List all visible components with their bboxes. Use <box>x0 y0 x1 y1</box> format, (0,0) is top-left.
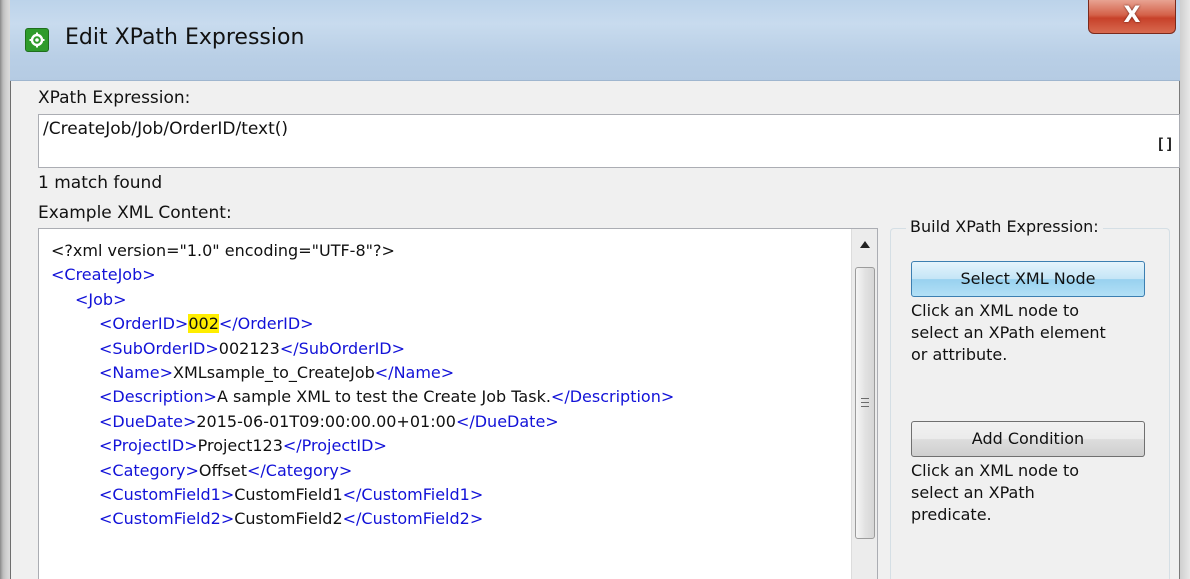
xml-close-tag: </CustomField2> <box>342 509 484 529</box>
xml-close-tag: </ProjectID> <box>282 436 387 456</box>
select-xml-node-button[interactable]: Select XML Node <box>911 261 1145 297</box>
xml-value[interactable]: A sample XML to test the Create Job Task… <box>217 387 551 406</box>
select-node-help-line: or attribute. <box>911 345 1008 364</box>
title-bar[interactable]: Edit XPath Expression X <box>10 0 1180 81</box>
bracket-icon[interactable]: [] <box>1156 135 1174 153</box>
add-condition-help-line: Click an XML node to <box>911 461 1080 480</box>
scroll-up-icon <box>860 241 870 248</box>
xml-line[interactable]: <CustomField1>CustomField1</CustomField1… <box>99 485 483 504</box>
scroll-thumb[interactable] <box>855 267 875 539</box>
xml-line[interactable]: <CreateJob> <box>51 265 156 284</box>
add-condition-help-line: select an XPath <box>911 483 1035 502</box>
close-icon: X <box>1123 3 1141 28</box>
xml-line[interactable]: <DueDate>2015-06-01T09:00:00.00+01:00</D… <box>99 412 559 431</box>
build-xpath-legend: Build XPath Expression: <box>906 217 1103 236</box>
xml-open-tag: <Name> <box>99 363 174 382</box>
xml-declaration: <?xml version="1.0" encoding="UTF-8"?> <box>51 241 395 260</box>
grip-line <box>861 406 869 407</box>
background-window-edge <box>0 0 10 579</box>
match-status: 1 match found <box>38 173 163 193</box>
xml-value[interactable]: Project123 <box>198 436 283 455</box>
close-button[interactable]: X <box>1088 0 1176 34</box>
xml-open-tag: <SubOrderID> <box>99 338 219 358</box>
xml-line[interactable]: <Category>Offset</Category> <box>99 461 352 480</box>
xml-line[interactable]: <OrderID>002</OrderID> <box>99 314 314 334</box>
select-node-help-line: Click an XML node to <box>911 301 1080 320</box>
xml-close-tag: </Name> <box>374 363 455 382</box>
xml-line[interactable]: <?xml version="1.0" encoding="UTF-8"?> <box>51 241 395 260</box>
window-title: Edit XPath Expression <box>65 25 305 50</box>
xml-line[interactable]: <Description>A sample XML to test the Cr… <box>99 387 674 406</box>
xml-value[interactable]: 2015-06-01T09:00:00.00+01:00 <box>196 412 456 431</box>
xml-open-tag: <OrderID> <box>99 314 189 334</box>
xml-line[interactable]: <CustomField2>CustomField2</CustomField2… <box>99 509 483 528</box>
xml-value[interactable]: 002123 <box>219 339 280 358</box>
xml-line[interactable]: <ProjectID>Project123</ProjectID> <box>99 436 387 455</box>
grip-line <box>861 402 869 403</box>
xml-open-tag: <Description> <box>99 387 217 407</box>
xml-scrollbar[interactable] <box>851 229 877 579</box>
xml-value[interactable]: CustomField2 <box>234 509 342 528</box>
select-node-help: Click an XML node to select an XPath ele… <box>911 300 1161 366</box>
xml-line[interactable]: <SubOrderID>002123</SubOrderID> <box>99 339 405 358</box>
add-condition-help-line: predicate. <box>911 505 992 524</box>
xml-line[interactable]: <Name>XMLsample_to_CreateJob</Name> <box>99 363 454 382</box>
grip-line <box>861 398 869 399</box>
add-condition-help: Click an XML node to select an XPath pre… <box>911 460 1161 526</box>
xml-close-tag: </OrderID> <box>218 314 314 334</box>
xml-value[interactable]: CustomField1 <box>234 485 342 504</box>
example-xml-label: Example XML Content: <box>38 203 232 223</box>
xml-open-tag: <CustomField1> <box>99 485 235 504</box>
xml-open-tag: <DueDate> <box>99 411 197 431</box>
xml-open-tag: <Category> <box>99 460 199 480</box>
xpath-expression-label: XPath Expression: <box>38 88 191 108</box>
xml-close-tag: </Category> <box>246 460 353 480</box>
xml-line[interactable]: <Job> <box>75 290 126 309</box>
xml-value[interactable]: Offset <box>199 461 247 480</box>
edit-xpath-dialog: Edit XPath Expression X XPath Expression… <box>10 0 1180 579</box>
xml-close-tag: </SubOrderID> <box>279 338 406 358</box>
xml-close-tag: </CustomField1> <box>342 485 484 504</box>
background-window-edge-right <box>1180 0 1190 579</box>
xml-open-tag: <CustomField2> <box>99 509 235 529</box>
xml-value-highlighted[interactable]: 002 <box>188 314 219 334</box>
xml-open-tag: <CreateJob> <box>51 265 156 285</box>
xml-close-tag: </Description> <box>550 387 675 407</box>
xml-close-tag: </DueDate> <box>455 411 559 431</box>
xml-open-tag: <ProjectID> <box>99 436 198 456</box>
gear-icon <box>25 28 49 52</box>
select-node-help-line: select an XPath element <box>911 323 1106 342</box>
scroll-up-button[interactable] <box>852 229 877 259</box>
xml-open-tag: <Job> <box>75 289 127 309</box>
xpath-expression-input[interactable]: /CreateJob/Job/OrderID/text() [] <box>38 114 1180 168</box>
example-xml-panel[interactable]: <?xml version="1.0" encoding="UTF-8"?> <C… <box>38 228 878 579</box>
xpath-expression-value: /CreateJob/Job/OrderID/text() <box>43 119 289 139</box>
add-condition-button[interactable]: Add Condition <box>911 421 1145 457</box>
xml-value[interactable]: XMLsample_to_CreateJob <box>173 363 375 382</box>
